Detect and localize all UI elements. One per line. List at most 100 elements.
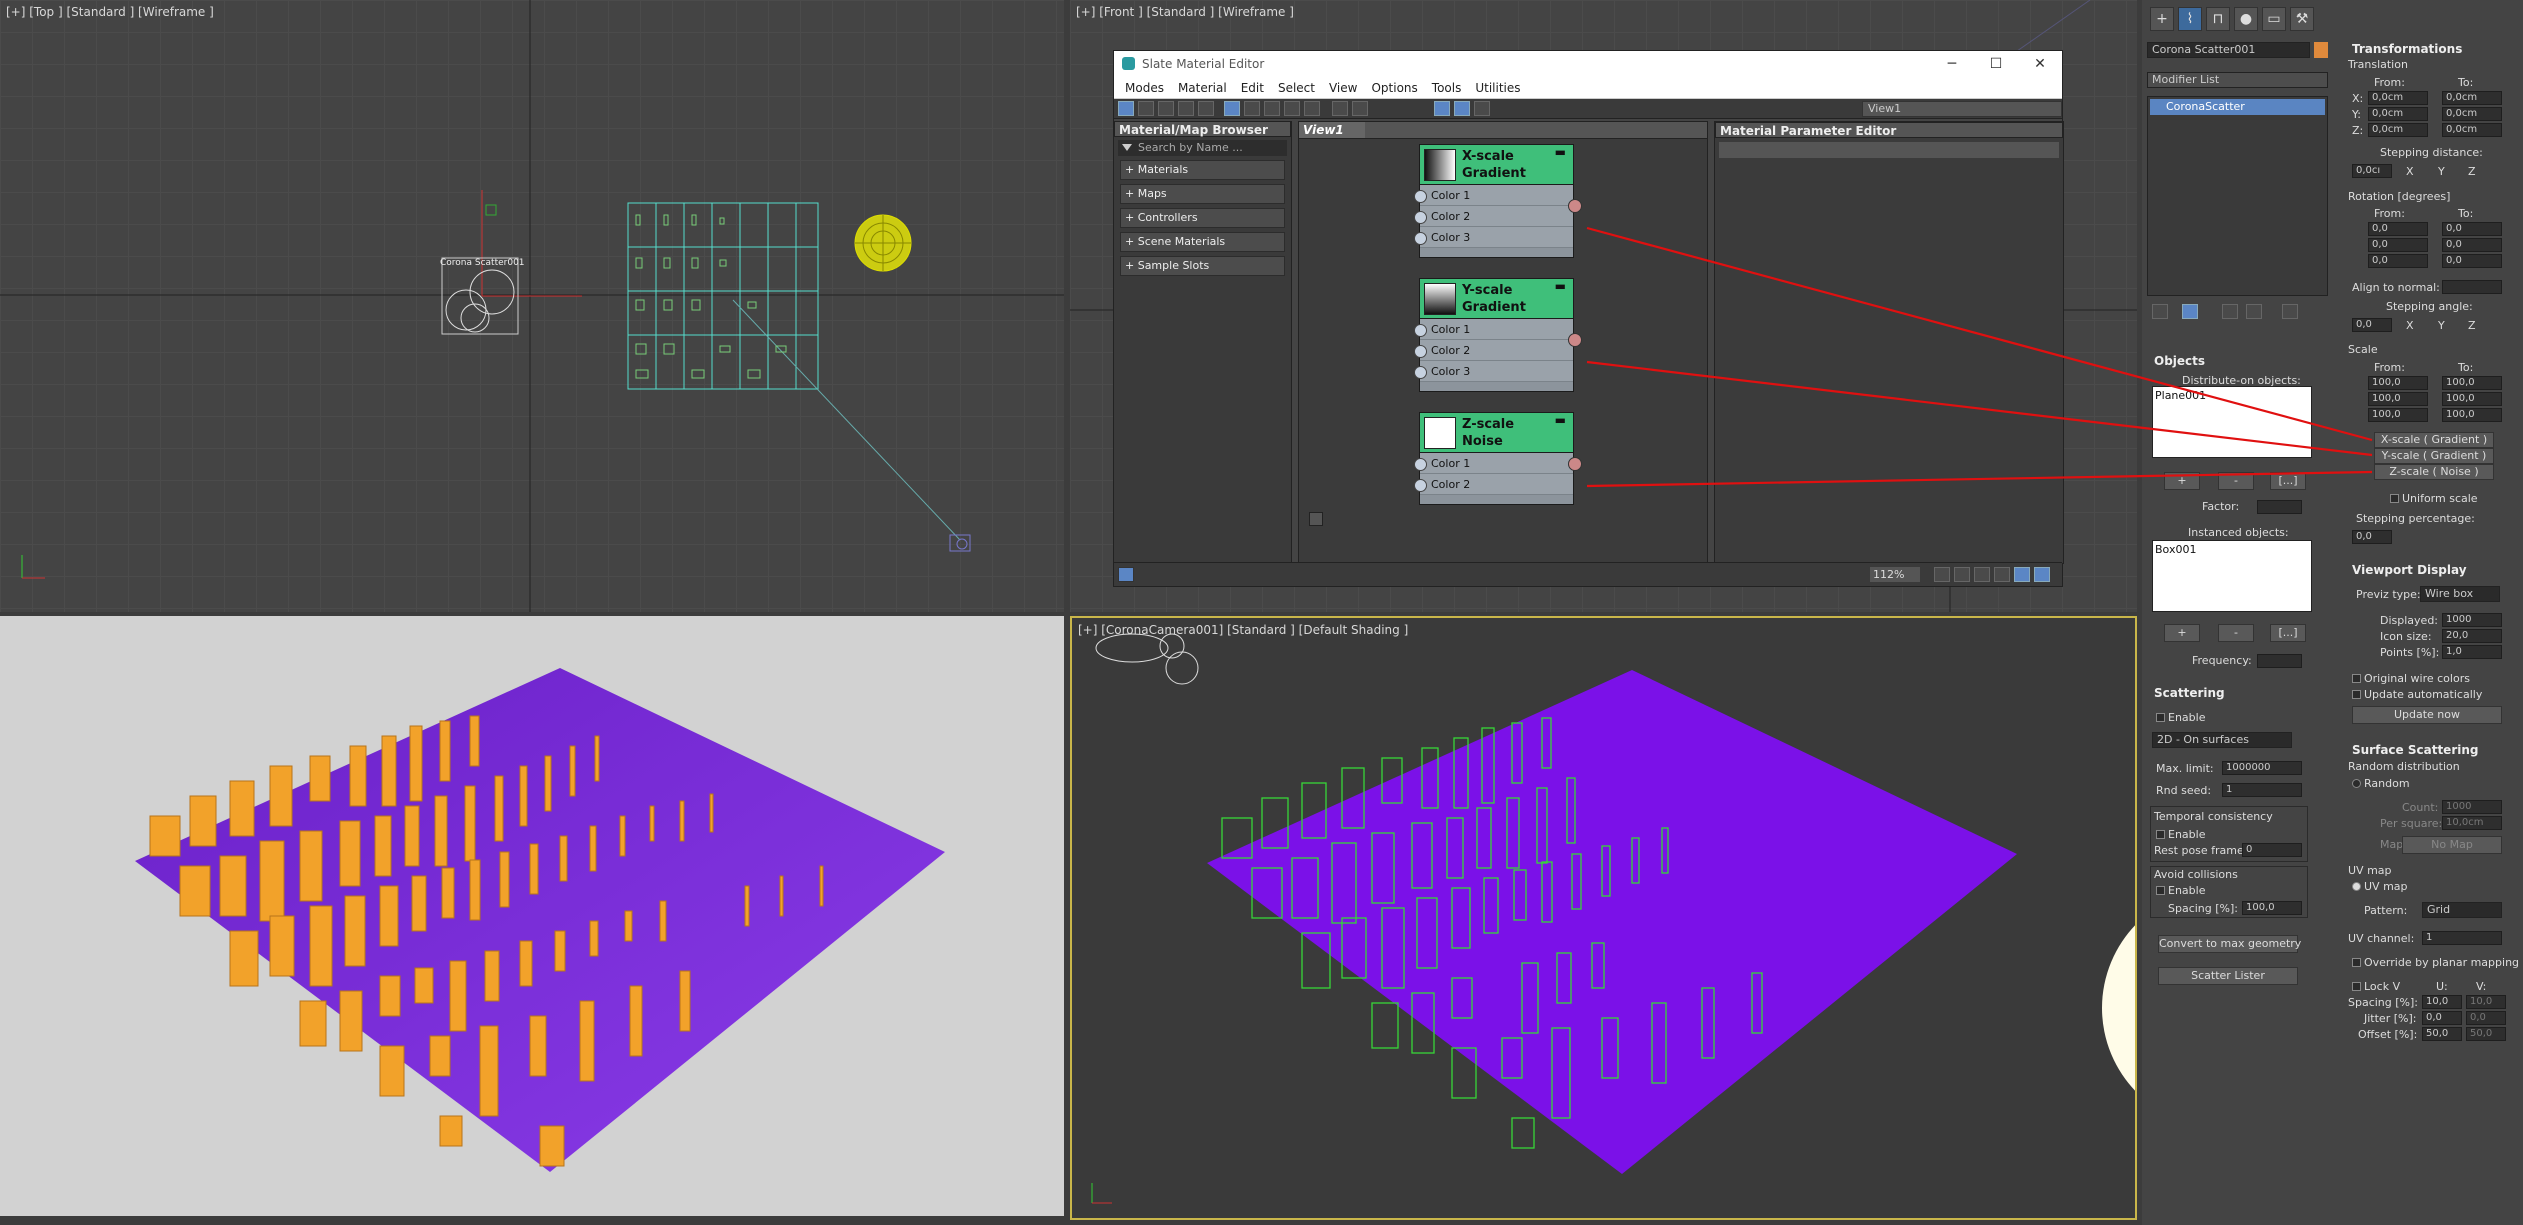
objects-header[interactable]: Objects (2154, 354, 2205, 368)
slate-titlebar[interactable]: Slate Material Editor ─ ☐ ✕ (1114, 51, 2062, 77)
spacing-u-spinner[interactable]: 10,0 (2422, 995, 2462, 1009)
motion-tab-icon[interactable]: ● (2234, 7, 2258, 31)
rot-to-z[interactable]: 0,0 (2442, 254, 2502, 268)
object-name-field[interactable]: Corona Scatter001 (2147, 42, 2310, 58)
viewport-camera-label[interactable]: [+] [CoronaCamera001] [Standard ] [Defau… (1078, 623, 1408, 637)
add-distribute-button[interactable]: + (2164, 472, 2200, 490)
trans-from-y[interactable]: 0,0cm (2368, 107, 2428, 121)
stepping-distance-spinner[interactable]: 0,0cı (2352, 164, 2392, 178)
close-icon[interactable]: ✕ (2018, 51, 2062, 77)
align-normal-spinner[interactable] (2442, 280, 2502, 294)
minimize-node-icon[interactable]: ▬ (1555, 279, 1566, 293)
scale-from-z[interactable]: 100,0 (2368, 408, 2428, 422)
slate-material-editor[interactable]: Slate Material Editor ─ ☐ ✕ Modes Materi… (1113, 50, 2064, 587)
offset-v-spinner[interactable]: 50,0 (2466, 1027, 2506, 1041)
rnd-seed-spinner[interactable]: 1 (2222, 783, 2302, 797)
spacing-v-spinner[interactable]: 10,0 (2466, 995, 2506, 1009)
scale-z-map-button[interactable]: Z-scale ( Noise ) (2374, 464, 2494, 480)
menu-modes[interactable]: Modes (1118, 81, 1171, 95)
node-header[interactable]: Z-scale Noise ▬ (1420, 413, 1573, 453)
node-x-scale-gradient[interactable]: X-scale Gradient ▬ Color 1 Color 2 Color… (1414, 144, 1582, 258)
rest-pose-spinner[interactable]: 0 (2242, 843, 2302, 857)
move-children-icon[interactable] (1352, 101, 1368, 116)
create-tab-icon[interactable]: + (2150, 7, 2174, 31)
zoom-extents-selected-icon[interactable] (2014, 567, 2030, 582)
zoom-extents-icon[interactable] (1994, 567, 2010, 582)
menu-options[interactable]: Options (1364, 81, 1424, 95)
scatter-lister-button[interactable]: Scatter Lister (2158, 967, 2298, 985)
instanced-item[interactable]: Box001 (2155, 543, 2309, 556)
zoom-region-icon[interactable] (1974, 567, 1990, 582)
scale-to-z[interactable]: 100,0 (2442, 408, 2502, 422)
minimize-node-icon[interactable]: ▬ (1555, 145, 1566, 159)
select-tool-icon[interactable] (1118, 101, 1134, 116)
category-materials[interactable]: + Materials (1120, 160, 1285, 180)
zoom-select[interactable]: 112% (1870, 567, 1920, 582)
viewport-top[interactable]: [+] [Top ] [Standard ] [Wireframe ] Coro… (0, 0, 1064, 612)
slot-color-1[interactable]: Color 1 (1414, 453, 1573, 474)
node-view[interactable]: View1 X-scale Gradient ▬ Color 1 Color 2… (1298, 121, 1708, 564)
put-material-icon[interactable] (1158, 101, 1174, 116)
jitter-v-spinner[interactable]: 0,0 (2466, 1011, 2506, 1025)
hide-unused-icon[interactable] (1332, 101, 1348, 116)
convert-geometry-button[interactable]: Convert to max geometry (2158, 935, 2301, 953)
category-controllers[interactable]: + Controllers (1120, 208, 1285, 228)
parameter-editor-icon[interactable] (1454, 101, 1470, 116)
trans-to-x[interactable]: 0,0cm (2442, 91, 2502, 105)
node-y-scale-gradient[interactable]: Y-scale Gradient ▬ Color 1 Color 2 Color… (1414, 278, 1582, 392)
utilities-tab-icon[interactable]: ⚒ (2290, 7, 2314, 31)
trans-to-z[interactable]: 0,0cm (2442, 123, 2502, 137)
make-unique-icon[interactable] (2222, 304, 2238, 319)
object-color-swatch[interactable] (2314, 42, 2328, 58)
pan-hand-icon[interactable] (1309, 512, 1323, 526)
scale-y-map-button[interactable]: Y-scale ( Gradient ) (2374, 448, 2494, 464)
remove-instanced-button[interactable]: - (2218, 624, 2254, 642)
uv-map-radio[interactable] (2352, 882, 2361, 891)
update-now-button[interactable]: Update now (2352, 706, 2502, 724)
update-auto-checkbox[interactable] (2352, 690, 2361, 699)
zoom-all-icon[interactable] (2034, 567, 2050, 582)
configure-sets-icon[interactable] (2282, 304, 2298, 319)
override-planar-checkbox[interactable] (2352, 958, 2361, 967)
minimize-icon[interactable]: ─ (1930, 51, 1974, 77)
layout-all-icon[interactable] (1284, 101, 1300, 116)
rot-to-x[interactable]: 0,0 (2442, 222, 2502, 236)
remove-distribute-button[interactable]: - (2218, 472, 2254, 490)
distribute-item[interactable]: Plane001 (2155, 389, 2309, 402)
trans-from-z[interactable]: 0,0cm (2368, 123, 2428, 137)
uv-channel-spinner[interactable]: 1 (2422, 931, 2502, 945)
viewport-display-header[interactable]: Viewport Display (2352, 563, 2467, 577)
instanced-list[interactable]: Box001 (2152, 540, 2312, 612)
stepping-angle-spinner[interactable]: 0,0 (2352, 318, 2392, 332)
slot-color-2[interactable]: Color 2 (1414, 206, 1573, 227)
menu-material[interactable]: Material (1171, 81, 1234, 95)
hierarchy-tab-icon[interactable]: ⊓ (2206, 7, 2230, 31)
slot-color-2[interactable]: Color 2 (1414, 340, 1573, 361)
trans-to-y[interactable]: 0,0cm (2442, 107, 2502, 121)
menu-select[interactable]: Select (1271, 81, 1322, 95)
modifier-stack-item[interactable]: CoronaScatter (2150, 99, 2325, 115)
menu-utilities[interactable]: Utilities (1468, 81, 1527, 95)
material-map-browser-icon[interactable] (1434, 101, 1450, 116)
assign-material-icon[interactable] (1178, 101, 1194, 116)
view-select[interactable]: View1 (1862, 101, 2062, 117)
maximize-icon[interactable]: ☐ (1974, 51, 2018, 77)
node-header[interactable]: X-scale Gradient ▬ (1420, 145, 1573, 185)
display-tab-icon[interactable]: ▭ (2262, 7, 2286, 31)
viewport-top-label[interactable]: [+] [Top ] [Standard ] [Wireframe ] (6, 5, 214, 19)
menu-view[interactable]: View (1322, 81, 1364, 95)
distribute-list[interactable]: Plane001 (2152, 386, 2312, 458)
layout-children-icon[interactable] (1304, 101, 1320, 116)
no-map-button[interactable]: No Map (2402, 836, 2502, 854)
output-socket[interactable] (1568, 457, 1582, 471)
slot-color-2[interactable]: Color 2 (1414, 474, 1573, 495)
navigator-icon[interactable] (1474, 101, 1490, 116)
slot-color-3[interactable]: Color 3 (1414, 361, 1573, 382)
pattern-dropdown[interactable]: Grid (2422, 902, 2502, 918)
scale-to-y[interactable]: 100,0 (2442, 392, 2502, 406)
jitter-u-spinner[interactable]: 0,0 (2422, 1011, 2462, 1025)
per-square-spinner[interactable]: 10,0cm (2442, 816, 2502, 830)
slot-color-1[interactable]: Color 1 (1414, 185, 1573, 206)
displayed-spinner[interactable]: 1000 (2442, 613, 2502, 627)
node-header[interactable]: Y-scale Gradient ▬ (1420, 279, 1573, 319)
